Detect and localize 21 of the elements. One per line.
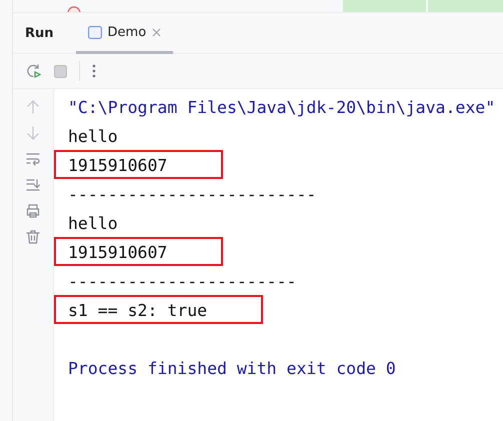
console-output: 1915910607: [68, 243, 168, 262]
stop-icon[interactable]: [54, 64, 67, 78]
console-output: s1 == s2: true: [68, 301, 208, 320]
up-arrow-icon[interactable]: [25, 99, 41, 115]
print-icon[interactable]: [25, 203, 41, 219]
command-line: "C:\Program Files\Java\jdk-20\bin\java.exe": [68, 98, 496, 117]
console-output: -----------------------: [68, 272, 296, 291]
console-output: hello: [68, 214, 118, 233]
console-output: 1915910607: [68, 156, 168, 175]
scroll-to-end-icon[interactable]: [25, 177, 41, 193]
more-icon[interactable]: [92, 64, 96, 78]
window-icon: [88, 26, 102, 38]
console-output: hello: [68, 127, 118, 146]
rerun-icon[interactable]: [26, 63, 42, 79]
close-icon[interactable]: [152, 28, 162, 36]
tool-window-title: Run: [25, 26, 54, 40]
trash-icon[interactable]: [25, 229, 41, 245]
console-output: -------------------------: [68, 185, 316, 204]
exit-message: Process finished with exit code 0: [68, 359, 396, 378]
soft-wrap-icon[interactable]: [25, 151, 41, 167]
down-arrow-icon[interactable]: [25, 125, 41, 141]
